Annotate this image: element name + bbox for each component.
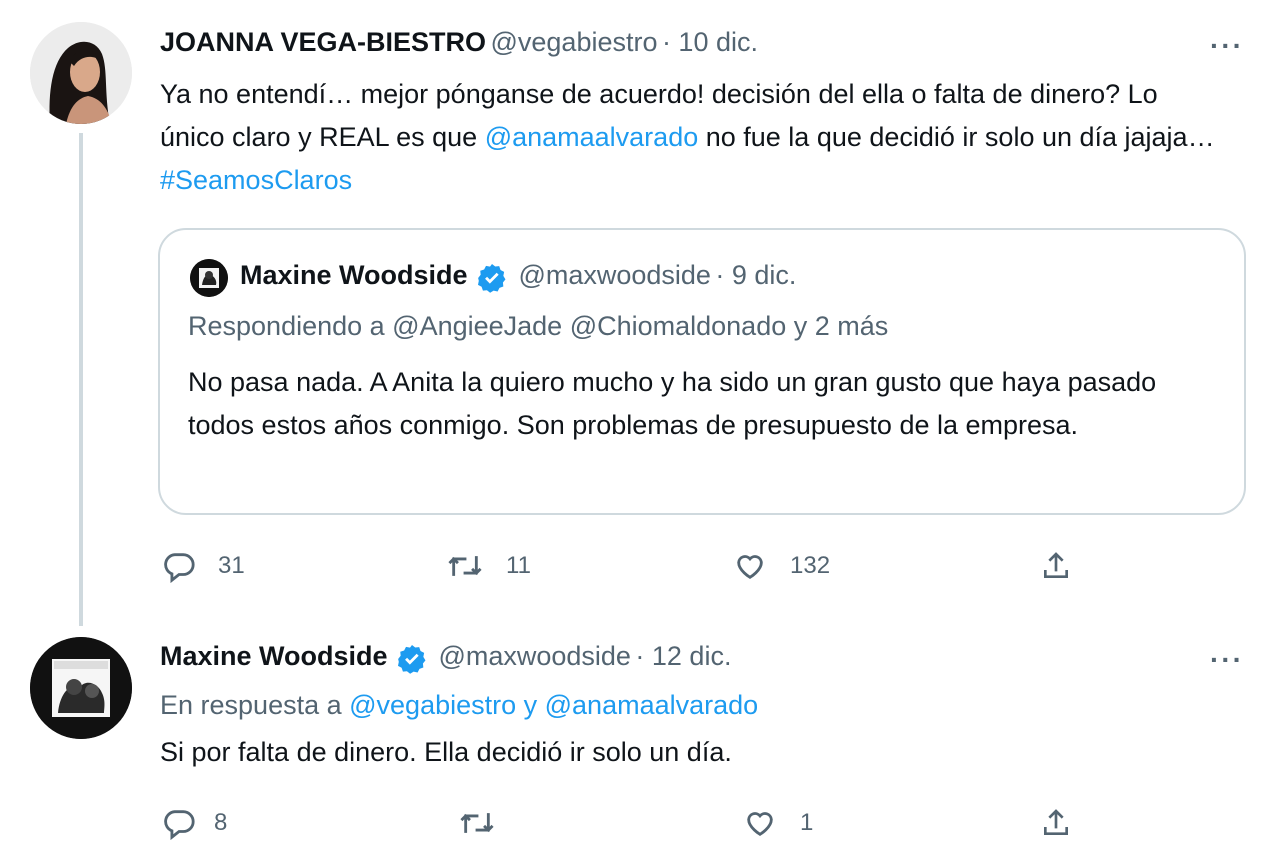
tweet-date[interactable]: · 10 dic. bbox=[662, 27, 758, 57]
tweet-2-header: Maxine Woodside @maxwoodside · 12 dic. bbox=[160, 641, 731, 675]
like-button[interactable]: 132 bbox=[732, 549, 830, 583]
quote-date[interactable]: · 9 dic. bbox=[715, 260, 796, 290]
retweet-count: 11 bbox=[506, 552, 531, 579]
tweet-1-header: JOANNA VEGA-BIESTRO @vegabiestro · 10 di… bbox=[160, 27, 758, 58]
mention-link[interactable]: @anamaalvarado bbox=[485, 122, 699, 152]
more-options-icon[interactable]: ··· bbox=[1210, 30, 1244, 62]
reply-icon bbox=[164, 810, 195, 840]
retweet-icon bbox=[448, 556, 482, 576]
retweet-button[interactable]: 11 bbox=[446, 549, 531, 583]
retweet-icon bbox=[460, 813, 494, 833]
author-handle[interactable]: @maxwoodside bbox=[438, 641, 631, 671]
like-button[interactable]: 1 bbox=[742, 806, 813, 840]
like-count: 132 bbox=[790, 552, 831, 579]
author-name[interactable]: JOANNA VEGA-BIESTRO bbox=[160, 27, 486, 57]
quote-author-name[interactable]: Maxine Woodside bbox=[240, 260, 468, 290]
avatar-joanna[interactable] bbox=[30, 22, 132, 124]
reply-prefix: En respuesta a bbox=[160, 690, 350, 720]
reply-button[interactable]: 8 bbox=[162, 806, 227, 840]
tweet-2-text: Si por falta de dinero. Ella decidió ir … bbox=[160, 737, 732, 767]
tweet-date[interactable]: · 12 dic. bbox=[635, 641, 731, 671]
quote-replying-to: Respondiendo a @AngieeJade @Chiomaldonad… bbox=[188, 311, 889, 341]
share-icon bbox=[1044, 809, 1068, 835]
quote-header: Maxine Woodside @maxwoodside · 9 dic. bbox=[240, 260, 796, 294]
reply-mentions-link[interactable]: @vegabiestro y @anamaalvarado bbox=[349, 690, 758, 720]
quote-author-handle[interactable]: @maxwoodside bbox=[518, 260, 711, 290]
tweet-1-text: Ya no entendí… mejor pónganse de acuerdo… bbox=[160, 73, 1220, 202]
reply-count: 8 bbox=[214, 809, 228, 836]
author-handle[interactable]: @vegabiestro bbox=[490, 27, 657, 57]
share-button[interactable] bbox=[1040, 549, 1072, 583]
tweet-text-part: no fue la que decidió ir solo un día jaj… bbox=[698, 122, 1215, 152]
more-options-icon[interactable]: ··· bbox=[1210, 644, 1244, 676]
like-icon bbox=[737, 555, 763, 579]
reply-button[interactable]: 31 bbox=[162, 549, 245, 583]
avatar-maxine[interactable] bbox=[30, 637, 132, 739]
reply-context: En respuesta a @vegabiestro y @anamaalva… bbox=[160, 690, 758, 721]
quote-text: No pasa nada. A Anita la quiero mucho y … bbox=[188, 367, 1157, 440]
thread-line bbox=[79, 133, 83, 626]
share-button[interactable] bbox=[1040, 806, 1072, 840]
quote-avatar-maxine[interactable] bbox=[190, 259, 228, 297]
hashtag-link[interactable]: #SeamosClaros bbox=[160, 165, 352, 195]
reply-icon bbox=[164, 553, 195, 583]
author-name[interactable]: Maxine Woodside bbox=[160, 641, 388, 671]
verified-badge-icon bbox=[478, 263, 506, 293]
like-count: 1 bbox=[800, 809, 814, 836]
share-icon bbox=[1044, 552, 1068, 578]
reply-count: 31 bbox=[218, 552, 245, 579]
like-icon bbox=[747, 812, 773, 836]
verified-badge-icon bbox=[398, 644, 426, 674]
retweet-button[interactable] bbox=[458, 806, 496, 840]
